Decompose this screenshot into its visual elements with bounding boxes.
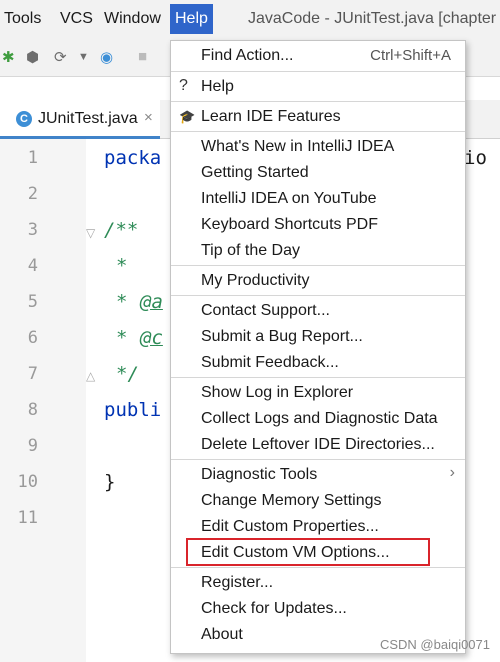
- line-number: 1: [27, 148, 38, 168]
- code-line-1: packa: [104, 147, 162, 169]
- line-number: 4: [27, 256, 38, 276]
- fold-marker-icon[interactable]: ▽: [86, 226, 95, 240]
- menu-label: Register...: [201, 574, 274, 591]
- graduation-cap-icon: 🎓: [179, 109, 196, 124]
- menu-separator: [171, 265, 465, 266]
- line-number: 3: [27, 220, 38, 240]
- menu-label: Learn IDE Features: [201, 108, 341, 125]
- menu-label: Edit Custom Properties...: [201, 518, 379, 535]
- menu-vcs[interactable]: VCS: [60, 10, 93, 28]
- menu-contact-support[interactable]: Contact Support...: [171, 298, 465, 324]
- menu-submit-feedback[interactable]: Submit Feedback...: [171, 350, 465, 376]
- menu-separator: [171, 567, 465, 568]
- line-number: 10: [17, 472, 38, 492]
- menu-label: Contact Support...: [201, 302, 330, 319]
- menu-label: Delete Leftover IDE Directories...: [201, 436, 435, 453]
- line-number: 9: [27, 436, 38, 456]
- menu-bar: Tools VCS Window Help JavaCode - JUnitTe…: [0, 0, 500, 40]
- watermark: CSDN @baiqi0071: [379, 637, 490, 652]
- window-title: JavaCode - JUnitTest.java [chapter: [248, 10, 497, 27]
- chevron-right-icon: ›: [449, 464, 455, 481]
- update-icon[interactable]: ◉: [100, 48, 113, 66]
- menu-label: Find Action...: [201, 47, 294, 64]
- menu-label: Submit Feedback...: [201, 354, 339, 371]
- java-class-icon: C: [16, 111, 32, 127]
- menu-separator: [171, 377, 465, 378]
- menu-separator: [171, 131, 465, 132]
- menu-register[interactable]: Register...: [171, 570, 465, 596]
- menu-help-item[interactable]: ? Help: [171, 74, 465, 100]
- menu-label: Help: [201, 78, 234, 95]
- menu-label: Check for Updates...: [201, 600, 347, 617]
- menu-label: Keyboard Shortcuts PDF: [201, 216, 378, 233]
- menu-label: IntelliJ IDEA on YouTube: [201, 190, 377, 207]
- tab-junittest[interactable]: C JUnitTest.java ×: [0, 100, 160, 139]
- line-number: 8: [27, 400, 38, 420]
- question-icon: ?: [179, 77, 188, 94]
- menu-bug-report[interactable]: Submit a Bug Report...: [171, 324, 465, 350]
- menu-label: What's New in IntelliJ IDEA: [201, 138, 395, 155]
- code-line-7: */: [116, 363, 139, 385]
- menu-label: My Productivity: [201, 272, 310, 289]
- menu-label: Diagnostic Tools: [201, 466, 318, 483]
- code-line-4: *: [116, 255, 128, 277]
- menu-custom-properties[interactable]: Edit Custom Properties...: [171, 514, 465, 540]
- code-line-5-star: *: [116, 291, 128, 313]
- menu-delete-leftover[interactable]: Delete Leftover IDE Directories...: [171, 432, 465, 458]
- menu-separator: [171, 101, 465, 102]
- run-coverage-icon[interactable]: ⬢: [26, 48, 39, 66]
- menu-help[interactable]: Help: [170, 4, 213, 34]
- code-line-5-tag: @a: [140, 291, 163, 313]
- line-number: 2: [27, 184, 38, 204]
- menu-show-log[interactable]: Show Log in Explorer: [171, 380, 465, 406]
- stop-icon[interactable]: ■: [138, 48, 147, 65]
- menu-learn-ide[interactable]: 🎓 Learn IDE Features: [171, 104, 465, 130]
- menu-separator: [171, 459, 465, 460]
- shortcut-label: Ctrl+Shift+A: [370, 47, 451, 64]
- menu-separator: [171, 71, 465, 72]
- line-number: 11: [17, 508, 38, 528]
- menu-tip-of-day[interactable]: Tip of the Day: [171, 238, 465, 264]
- menu-tools[interactable]: Tools: [4, 10, 41, 28]
- code-line-6-tag: @c: [140, 327, 163, 349]
- menu-diagnostic-tools[interactable]: Diagnostic Tools ›: [171, 462, 465, 488]
- menu-check-updates[interactable]: Check for Updates...: [171, 596, 465, 622]
- menu-window[interactable]: Window: [104, 10, 161, 28]
- menu-keyboard-pdf[interactable]: Keyboard Shortcuts PDF: [171, 212, 465, 238]
- menu-youtube[interactable]: IntelliJ IDEA on YouTube: [171, 186, 465, 212]
- menu-label: Getting Started: [201, 164, 309, 181]
- fold-marker-icon[interactable]: △: [86, 369, 95, 383]
- build-icon[interactable]: ✱: [2, 48, 15, 66]
- menu-collect-logs[interactable]: Collect Logs and Diagnostic Data: [171, 406, 465, 432]
- tab-label: JUnitTest.java: [38, 110, 138, 127]
- line-number: 7: [27, 364, 38, 384]
- code-line-1-tail: io: [464, 147, 487, 169]
- chevron-down-icon[interactable]: ▼: [78, 51, 89, 63]
- menu-whats-new[interactable]: What's New in IntelliJ IDEA: [171, 134, 465, 160]
- menu-label: About: [201, 626, 243, 643]
- profile-icon[interactable]: ⟳: [54, 48, 67, 66]
- menu-memory-settings[interactable]: Change Memory Settings: [171, 488, 465, 514]
- menu-label: Change Memory Settings: [201, 492, 382, 509]
- menu-separator: [171, 295, 465, 296]
- close-icon[interactable]: ×: [144, 109, 153, 126]
- line-number: 5: [27, 292, 38, 312]
- line-gutter: 1 2 3 4 5 6 7 8 9 10 11: [0, 139, 86, 662]
- annotation-highlight-box: [186, 538, 430, 566]
- menu-label: Tip of the Day: [201, 242, 301, 259]
- menu-label: Submit a Bug Report...: [201, 328, 363, 345]
- code-line-3: /**: [104, 219, 139, 241]
- menu-my-productivity[interactable]: My Productivity: [171, 268, 465, 294]
- code-line-6-star: *: [116, 327, 128, 349]
- menu-label: Collect Logs and Diagnostic Data: [201, 410, 438, 427]
- menu-find-action[interactable]: Find Action... Ctrl+Shift+A: [171, 43, 465, 69]
- code-line-8: publi: [104, 399, 162, 421]
- menu-getting-started[interactable]: Getting Started: [171, 160, 465, 186]
- menu-label: Show Log in Explorer: [201, 384, 354, 401]
- line-number: 6: [27, 328, 38, 348]
- code-line-10: }: [104, 471, 116, 493]
